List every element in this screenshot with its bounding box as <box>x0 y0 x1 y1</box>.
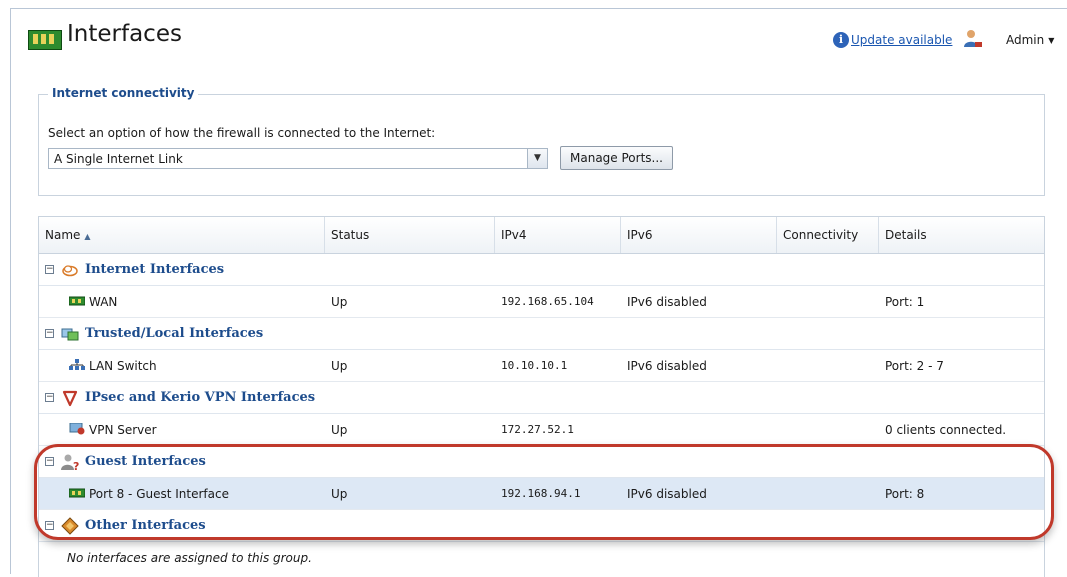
interface-details: 0 clients connected. <box>885 423 1007 437</box>
group-row-vpn[interactable]: − IPsec and Kerio VPN Interfaces <box>39 382 1044 414</box>
column-header-name[interactable]: Name ▲ <box>39 217 325 253</box>
network-card-icon <box>69 296 85 306</box>
internet-connectivity-group <box>38 94 1045 196</box>
puzzle-icon <box>61 517 79 535</box>
network-card-icon <box>69 488 85 498</box>
group-label: Internet Interfaces <box>85 262 225 277</box>
sort-ascending-icon: ▲ <box>84 232 91 241</box>
vpn-server-icon <box>69 423 85 435</box>
empty-group-row: No interfaces are assigned to this group… <box>39 542 1044 574</box>
shield-icon <box>62 390 78 407</box>
interface-status: Up <box>331 359 348 373</box>
chevron-down-icon: ▼ <box>1048 36 1055 45</box>
column-header-details[interactable]: Details <box>879 217 1044 253</box>
table-row[interactable]: Port 8 - Guest Interface Up 192.168.94.1… <box>39 478 1044 510</box>
column-header-connectivity[interactable]: Connectivity <box>777 217 879 253</box>
column-label: Connectivity <box>783 228 859 242</box>
column-header-ipv6[interactable]: IPv6 <box>621 217 777 253</box>
interface-ipv6: IPv6 disabled <box>627 359 707 373</box>
interface-name: VPN Server <box>89 423 157 437</box>
group-label: Guest Interfaces <box>85 454 206 469</box>
table-row[interactable]: LAN Switch Up 10.10.10.1 IPv6 disabled P… <box>39 350 1044 382</box>
collapse-icon[interactable]: − <box>45 521 54 530</box>
interface-ipv4: 192.168.65.104 <box>501 295 594 308</box>
collapse-icon[interactable]: − <box>45 329 54 338</box>
column-header-status[interactable]: Status <box>325 217 495 253</box>
grid-header: Name ▲ Status IPv4 IPv6 Connectivity Deta… <box>39 217 1044 254</box>
collapse-icon[interactable]: − <box>45 457 54 466</box>
manage-ports-button[interactable]: Manage Ports... <box>560 146 673 170</box>
interfaces-grid: Name ▲ Status IPv4 IPv6 Connectivity Deta… <box>38 216 1045 577</box>
interface-ipv6: IPv6 disabled <box>627 295 707 309</box>
interface-details: Port: 8 <box>885 487 925 501</box>
update-available-link[interactable]: Update available <box>851 33 952 47</box>
collapse-icon[interactable]: − <box>45 393 54 402</box>
user-icon <box>964 30 982 47</box>
connection-type-value: A Single Internet Link <box>54 152 183 166</box>
connection-type-select[interactable]: A Single Internet Link ▼ <box>48 148 548 169</box>
admin-menu[interactable]: Admin ▼ <box>1006 33 1054 47</box>
column-header-ipv4[interactable]: IPv4 <box>495 217 621 253</box>
interface-ipv4: 192.168.94.1 <box>501 487 581 500</box>
interface-ipv4: 10.10.10.1 <box>501 359 568 372</box>
interface-name: LAN Switch <box>89 359 157 373</box>
column-label: Status <box>331 228 370 242</box>
group-row-other[interactable]: − Other Interfaces <box>39 510 1044 542</box>
page-header: Interfaces i Update available Admin ▼ <box>11 9 1067 69</box>
info-icon[interactable]: i <box>833 32 849 48</box>
collapse-icon[interactable]: − <box>45 265 54 274</box>
group-row-internet[interactable]: − Internet Interfaces <box>39 254 1044 286</box>
page-title: Interfaces <box>67 21 182 47</box>
interface-status: Up <box>331 423 348 437</box>
interface-name: Port 8 - Guest Interface <box>89 487 229 501</box>
group-legend: Internet connectivity <box>48 86 199 100</box>
group-row-trusted[interactable]: − Trusted/Local Interfaces <box>39 318 1044 350</box>
interface-details: Port: 1 <box>885 295 925 309</box>
interface-details: Port: 2 - 7 <box>885 359 944 373</box>
switch-icon <box>69 359 85 370</box>
interface-name: WAN <box>89 295 118 309</box>
svg-text:?: ? <box>73 460 79 471</box>
network-card-icon <box>28 30 62 50</box>
group-label: Other Interfaces <box>85 518 206 533</box>
empty-group-message: No interfaces are assigned to this group… <box>67 551 312 565</box>
interface-ipv6: IPv6 disabled <box>627 487 707 501</box>
column-label: IPv4 <box>501 228 527 242</box>
admin-label: Admin <box>1006 33 1045 47</box>
group-label: Trusted/Local Interfaces <box>85 326 264 341</box>
cloud-icon <box>62 265 78 277</box>
column-label: Details <box>885 228 927 242</box>
monitors-icon <box>61 328 79 341</box>
group-prompt: Select an option of how the firewall is … <box>48 126 436 140</box>
chevron-down-icon[interactable]: ▼ <box>527 149 547 168</box>
interface-ipv4: 172.27.52.1 <box>501 423 574 436</box>
interface-status: Up <box>331 295 348 309</box>
group-label: IPsec and Kerio VPN Interfaces <box>85 390 316 405</box>
guest-user-icon: ? <box>61 454 79 471</box>
interface-status: Up <box>331 487 348 501</box>
column-label: IPv6 <box>627 228 653 242</box>
column-label: Name <box>45 228 81 242</box>
table-row[interactable]: VPN Server Up 172.27.52.1 0 clients conn… <box>39 414 1044 446</box>
group-row-guest[interactable]: − ? Guest Interfaces <box>39 446 1044 478</box>
interfaces-window: Interfaces i Update available Admin ▼ Int… <box>10 8 1067 577</box>
table-row[interactable]: WAN Up 192.168.65.104 IPv6 disabled Port… <box>39 286 1044 318</box>
